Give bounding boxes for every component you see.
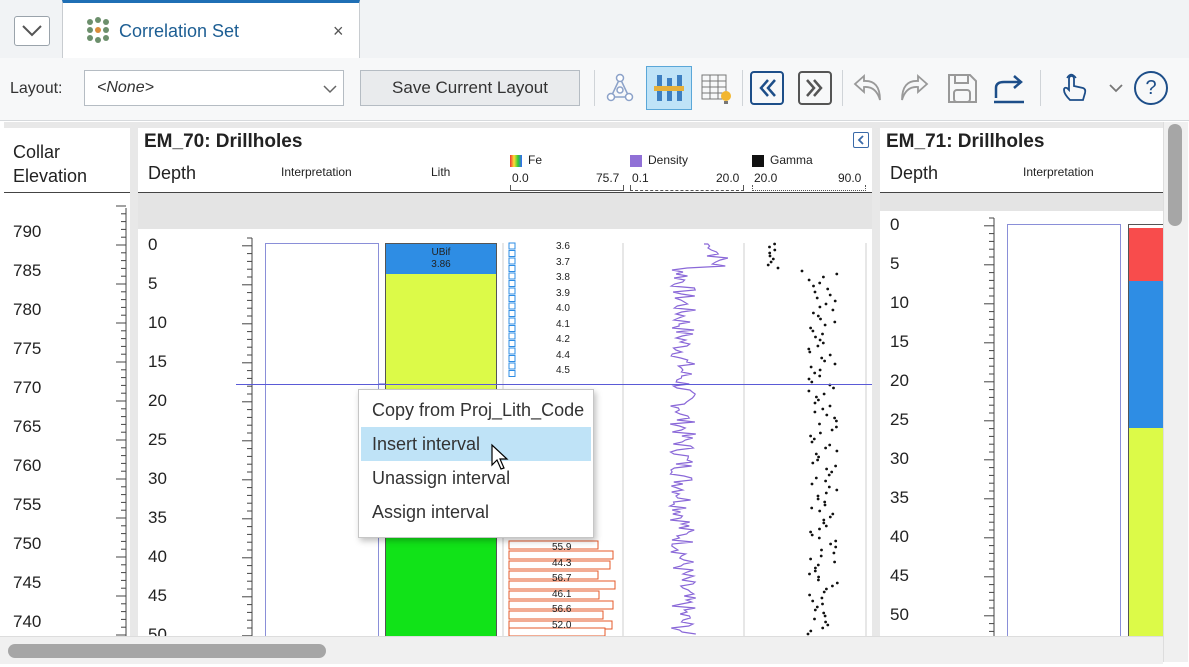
- depth-tick-label: 50: [890, 605, 909, 624]
- toolbar-divider: [742, 70, 743, 106]
- mouse-cursor-icon: [491, 443, 509, 470]
- elevation-tick-label: 775: [13, 339, 42, 358]
- fe-value-labels: 3.6 3.7 3.8 3.9 4.0 4.1 4.2 4.4 4.5 55.9 44.3 56.7 4…: [138, 128, 872, 636]
- fe-value-label: 3.7: [556, 256, 570, 268]
- tab-title: Correlation Set: [119, 21, 240, 41]
- elevation-tick-label: 765: [13, 417, 42, 436]
- depth-tick-label: 5: [890, 254, 900, 273]
- fe-value-label: 3.6: [556, 241, 570, 252]
- menu-item-copy-from[interactable]: Copy from Proj_Lith_Code: [361, 393, 591, 427]
- elevation-tick-label: 785: [13, 261, 42, 280]
- fe-value-label: 4.5: [556, 365, 570, 376]
- fe-value-label: 4.0: [556, 303, 570, 314]
- horizontal-scrollbar[interactable]: [0, 636, 1163, 664]
- em71-panel: EM_71: Drillholes Depth Interpretation 0…: [880, 128, 1169, 639]
- save-icon[interactable]: [944, 70, 980, 106]
- menu-item-unassign-interval[interactable]: Unassign interval: [361, 461, 591, 495]
- fe-value-label: 4.1: [556, 318, 570, 330]
- tab-correlation-set[interactable]: Correlation Set ×: [62, 0, 360, 58]
- network-icon[interactable]: [602, 70, 638, 106]
- fe-value-label: 4.4: [556, 349, 570, 361]
- fe-value-label: 46.1: [552, 588, 572, 600]
- fe-value-label: 44.3: [552, 557, 572, 569]
- touch-icon[interactable]: [1056, 70, 1092, 106]
- em71-depth-axis: 0 5 10 15 20 25 30 35 40 45 50: [880, 128, 1000, 636]
- fe-value-label: 55.9: [552, 542, 572, 553]
- em71-lith-column[interactable]: [1128, 224, 1169, 639]
- depth-tick-label: 10: [890, 293, 909, 312]
- fe-value-label: 56.7: [552, 573, 572, 584]
- redo-icon[interactable]: [896, 70, 932, 106]
- vertical-scrollbar[interactable]: [1163, 122, 1188, 662]
- table-lightbulb-icon[interactable]: [698, 70, 734, 106]
- em71-interpretation-column[interactable]: [1007, 224, 1121, 638]
- elevation-axis: 790 785 780 775 770 765 760 755 750 745 740: [4, 128, 130, 636]
- toolbar: Layout: <None> Save Current Layout ?: [0, 58, 1189, 121]
- layout-select-value: <None>: [97, 79, 154, 96]
- elevation-tick-label: 770: [13, 378, 42, 397]
- elevation-tick-label: 790: [13, 222, 42, 241]
- fe-value-label: 4.2: [556, 334, 570, 345]
- em70-panel: EM_70: Drillholes Depth Interpretation L…: [138, 128, 872, 644]
- context-menu: Copy from Proj_Lith_Code Insert interval…: [358, 389, 594, 538]
- export-icon[interactable]: [992, 70, 1028, 106]
- toolbar-divider: [1040, 70, 1041, 106]
- fe-value-label: 52.0: [552, 619, 572, 631]
- depth-tick-label: 25: [890, 410, 909, 429]
- fe-value-label: 3.8: [556, 272, 570, 283]
- close-tab-button[interactable]: ×: [333, 21, 344, 42]
- em71-interpretation-label: Interpretation: [1023, 165, 1094, 179]
- fe-value-label: 3.9: [556, 287, 570, 299]
- correlation-canvas[interactable]: Collar Elevation 790 785 780 775 770 765 760 75…: [4, 122, 1169, 644]
- first-icon[interactable]: [750, 71, 784, 105]
- correlation-set-icon: [87, 17, 109, 43]
- layout-label: Layout:: [10, 80, 63, 97]
- layout-select[interactable]: <None>: [84, 70, 344, 106]
- elevation-tick-label: 745: [13, 573, 42, 592]
- help-icon[interactable]: ?: [1134, 71, 1168, 105]
- horizontal-scroll-thumb[interactable]: [8, 644, 326, 658]
- undo-icon[interactable]: [850, 70, 886, 106]
- toolbar-divider: [594, 70, 595, 106]
- depth-tick-label: 0: [890, 215, 900, 234]
- save-current-layout-button[interactable]: Save Current Layout: [360, 70, 580, 106]
- depth-tick-label: 40: [890, 527, 909, 546]
- column-layout-icon[interactable]: [646, 66, 692, 110]
- depth-tick-label: 30: [890, 449, 909, 468]
- elevation-tick-label: 750: [13, 534, 42, 553]
- fe-value-label: 56.6: [552, 604, 572, 615]
- chevron-down-icon: [323, 85, 337, 94]
- last-icon[interactable]: [798, 71, 832, 105]
- chevron-down-icon: [22, 25, 42, 37]
- toolbar-divider: [842, 70, 843, 106]
- menu-item-insert-interval[interactable]: Insert interval: [361, 427, 591, 461]
- tab-list-dropdown[interactable]: [14, 16, 50, 46]
- vertical-scroll-thumb[interactable]: [1168, 124, 1182, 226]
- elevation-tick-label: 760: [13, 456, 42, 475]
- elevation-tick-label: 780: [13, 300, 42, 319]
- depth-tick-label: 45: [890, 566, 909, 585]
- menu-item-assign-interval[interactable]: Assign interval: [361, 495, 591, 529]
- elevation-tick-label: 755: [13, 495, 42, 514]
- depth-tick-label: 20: [890, 371, 909, 390]
- depth-tick-label: 15: [890, 332, 909, 351]
- elevation-tick-label: 740: [13, 612, 42, 631]
- selection-line: [236, 384, 872, 385]
- collar-elevation-column: Collar Elevation 790 785 780 775 770 765 760 75…: [4, 128, 130, 636]
- depth-tick-label: 35: [890, 488, 909, 507]
- tab-bar: Correlation Set ×: [0, 0, 1189, 59]
